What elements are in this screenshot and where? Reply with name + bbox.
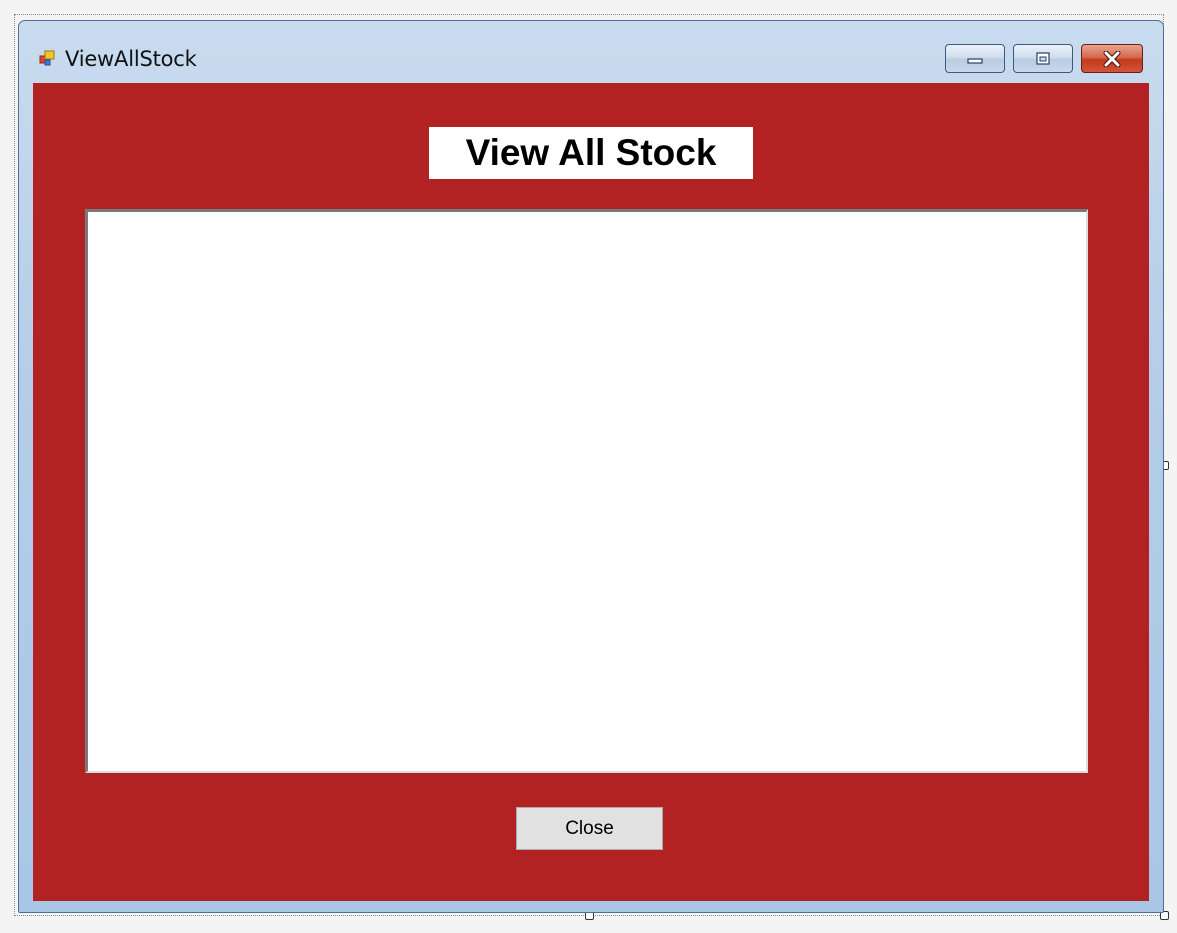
page-title: View All Stock (465, 132, 717, 173)
form-window: ViewAllStock View All Stock Close (18, 20, 1164, 913)
window-title: ViewAllStock (65, 47, 197, 71)
minimize-icon (967, 57, 983, 64)
form-client-area: View All Stock Close (33, 83, 1149, 901)
maximize-button[interactable] (1013, 44, 1073, 73)
title-bar[interactable]: ViewAllStock (19, 21, 1163, 83)
close-button[interactable]: Close (516, 807, 663, 850)
heading-label: View All Stock (429, 127, 753, 179)
close-x-icon (1103, 50, 1121, 67)
minimize-button[interactable] (945, 44, 1005, 73)
stock-data-grid[interactable] (85, 209, 1088, 773)
close-window-button[interactable] (1081, 44, 1143, 73)
maximize-icon (1036, 51, 1050, 65)
windows-form-icon (39, 50, 55, 66)
